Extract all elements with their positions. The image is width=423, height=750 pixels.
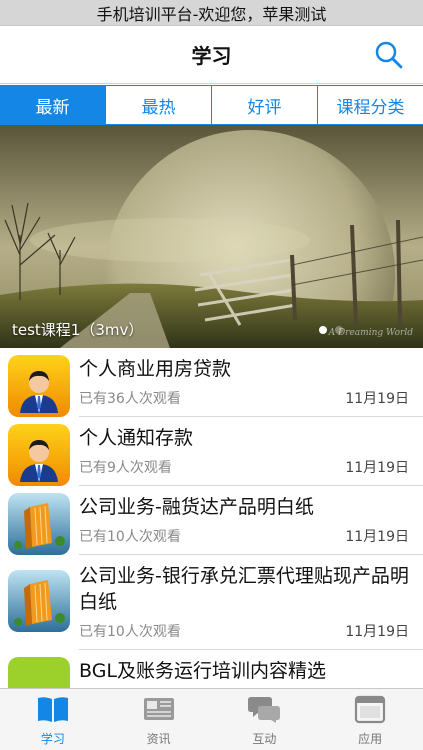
tab-course-categories[interactable]: 课程分类 bbox=[318, 86, 423, 124]
tabbar-item-news[interactable]: 资讯 bbox=[106, 689, 212, 750]
course-title: 公司业务-银行承兑汇票代理贴现产品明白纸 bbox=[79, 565, 409, 613]
app-window-icon bbox=[355, 695, 386, 724]
page-title: 学习 bbox=[191, 44, 232, 68]
tab-course-categories-label: 课程分类 bbox=[336, 97, 405, 118]
search-icon bbox=[375, 41, 403, 69]
featured-banner[interactable]: test课程1（3mv） A Dreaming World bbox=[0, 125, 423, 348]
tab-hottest-label: 最热 bbox=[141, 97, 176, 118]
tab-latest[interactable]: 最新 bbox=[0, 86, 106, 124]
banner-image bbox=[0, 125, 423, 348]
list-item-body: 公司业务-融货达产品明白纸 已有10人次观看 11月19日 bbox=[79, 493, 423, 555]
view-count: 已有9人次观看 bbox=[79, 460, 172, 476]
view-count: 已有36人次观看 bbox=[79, 391, 181, 407]
course-date: 11月19日 bbox=[345, 391, 409, 407]
tab-latest-label: 最新 bbox=[35, 97, 70, 118]
course-date: 11月19日 bbox=[345, 529, 409, 545]
tabbar-label: 互动 bbox=[252, 732, 277, 746]
person-icon bbox=[8, 424, 70, 486]
news-icon bbox=[143, 698, 174, 720]
tabbar-label: 资讯 bbox=[146, 732, 171, 746]
list-item[interactable]: 个人商业用房贷款 已有36人次观看 11月19日 bbox=[0, 348, 423, 417]
course-date: 11月19日 bbox=[345, 624, 409, 640]
bottom-tab-bar: 学习 资讯 互动 应用 bbox=[0, 688, 423, 750]
banner-caption: test课程1（3mv） bbox=[12, 321, 144, 339]
segmented-tabs: 最新 最热 好评 课程分类 bbox=[0, 85, 423, 125]
course-title: 公司业务-融货达产品明白纸 bbox=[79, 496, 314, 518]
tab-hottest[interactable]: 最热 bbox=[106, 86, 212, 124]
building-icon bbox=[8, 493, 70, 555]
navigation-bar: 学习 bbox=[0, 26, 423, 84]
course-title: 个人商业用房贷款 bbox=[79, 358, 232, 380]
list-item-body: 公司业务-银行承兑汇票代理贴现产品明白纸 已有10人次观看 11月19日 bbox=[79, 562, 423, 650]
course-list: 个人商业用房贷款 已有36人次观看 11月19日 个人通知存款 已有9人次观看 bbox=[0, 348, 423, 719]
tabbar-item-interact[interactable]: 互动 bbox=[212, 689, 318, 750]
list-item[interactable]: 公司业务-银行承兑汇票代理贴现产品明白纸 已有10人次观看 11月19日 bbox=[0, 555, 423, 650]
list-item[interactable]: 个人通知存款 已有9人次观看 11月19日 bbox=[0, 417, 423, 486]
status-bar: 手机培训平台-欢迎您，苹果测试 bbox=[0, 0, 423, 26]
tabbar-item-study[interactable]: 学习 bbox=[0, 689, 106, 750]
view-count: 已有10人次观看 bbox=[79, 624, 181, 640]
page-dot-active bbox=[319, 326, 327, 334]
building-icon bbox=[8, 570, 70, 632]
chat-icon bbox=[248, 697, 281, 723]
person-icon bbox=[8, 355, 70, 417]
list-item-body: 个人通知存款 已有9人次观看 11月19日 bbox=[79, 424, 423, 486]
status-bar-text: 手机培训平台-欢迎您，苹果测试 bbox=[96, 4, 327, 24]
banner-signature: A Dreaming World bbox=[328, 328, 413, 338]
search-button[interactable] bbox=[373, 39, 405, 71]
tabbar-item-apps[interactable]: 应用 bbox=[317, 689, 423, 750]
list-item-body: 个人商业用房贷款 已有36人次观看 11月19日 bbox=[79, 355, 423, 417]
tab-best-rated[interactable]: 好评 bbox=[212, 86, 318, 124]
tabbar-label: 应用 bbox=[358, 732, 383, 746]
tabbar-label: 学习 bbox=[40, 732, 65, 746]
tab-best-rated-label: 好评 bbox=[247, 97, 282, 118]
view-count: 已有10人次观看 bbox=[79, 529, 181, 545]
course-title: BGL及账务运行培训内容精选 bbox=[79, 660, 327, 682]
course-title: 个人通知存款 bbox=[79, 427, 194, 449]
list-item[interactable]: 公司业务-融货达产品明白纸 已有10人次观看 11月19日 bbox=[0, 486, 423, 555]
book-icon bbox=[37, 697, 68, 722]
course-date: 11月19日 bbox=[345, 460, 409, 476]
